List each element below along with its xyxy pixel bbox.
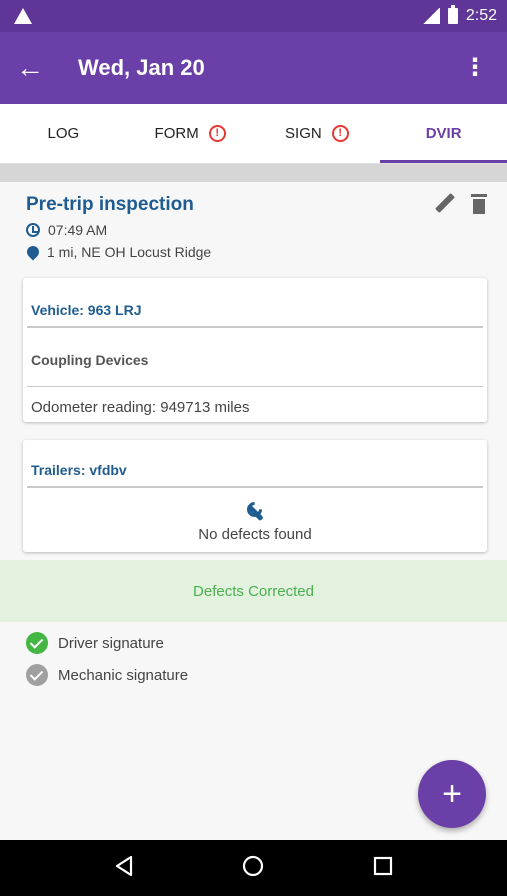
banner-text: Defects Corrected	[193, 582, 314, 600]
no-defects-text: No defects found	[198, 526, 312, 543]
tab-form[interactable]: FORM !	[127, 104, 254, 163]
inspection-title: Pre-trip inspection	[26, 194, 194, 215]
nav-back-icon[interactable]	[114, 855, 134, 882]
vehicle-section: Coupling Devices	[31, 352, 149, 368]
signature-label: Mechanic signature	[58, 666, 189, 684]
warning-icon	[14, 8, 32, 24]
signal-icon	[421, 8, 440, 24]
signature-label: Driver signature	[58, 634, 164, 652]
status-time: 2:52	[465, 7, 497, 24]
inspection-time-row: 07:49 AM	[26, 222, 491, 238]
mechanic-signature-row[interactable]: Mechanic signature	[26, 664, 188, 686]
tab-dvir[interactable]: DVIR	[380, 104, 507, 163]
inspection-location-row: 1 mi, NE OH Locust Ridge	[24, 243, 491, 261]
app-bar: ← Wed, Jan 20 ⋮	[0, 32, 507, 104]
nav-home-icon[interactable]	[242, 855, 264, 882]
inspection-time: 07:49 AM	[48, 222, 108, 238]
alert-icon: !	[208, 125, 226, 142]
divider-band	[0, 164, 507, 182]
edit-icon[interactable]	[435, 194, 455, 214]
add-button[interactable]: +	[418, 760, 486, 828]
page-title: Wed, Jan 20	[78, 55, 205, 80]
system-nav-bar	[0, 840, 507, 896]
delete-icon[interactable]	[471, 194, 487, 214]
tab-bar: LOG FORM ! SIGN ! DVIR	[0, 104, 507, 164]
location-pin-icon	[24, 243, 42, 261]
tab-label: DVIR	[425, 125, 462, 142]
check-circle-icon	[26, 664, 48, 686]
status-bar: 2:52	[0, 0, 507, 32]
tab-label: FORM	[154, 125, 199, 142]
odometer-reading: Odometer reading: 949713 miles	[31, 399, 250, 416]
inspection-location: 1 mi, NE OH Locust Ridge	[47, 244, 212, 260]
signature-list: Driver signature Mechanic signature	[26, 632, 188, 696]
trailer-card[interactable]: Trailers: vfdbv No defects found	[23, 440, 487, 552]
dvir-content: Pre-trip inspection 07:49 AM 1 mi, NE OH…	[0, 182, 507, 840]
vehicle-card[interactable]: Vehicle: 963 LRJ Coupling Devices Odomet…	[23, 278, 487, 422]
nav-recent-icon[interactable]	[373, 856, 393, 881]
arrow-back-icon[interactable]: ←	[16, 54, 56, 82]
battery-icon	[447, 5, 458, 24]
alert-icon: !	[331, 125, 349, 142]
more-vert-icon[interactable]: ⋮	[459, 52, 491, 84]
tab-label: LOG	[47, 125, 80, 142]
driver-signature-row[interactable]: Driver signature	[26, 632, 188, 654]
vehicle-title: Vehicle: 963 LRJ	[31, 302, 142, 318]
trailer-title: Trailers: vfdbv	[31, 462, 127, 478]
clock-icon	[26, 223, 40, 237]
inspection-header: Pre-trip inspection 07:49 AM 1 mi, NE OH…	[24, 194, 491, 261]
wrench-icon	[246, 502, 264, 520]
check-circle-icon	[26, 632, 48, 654]
inspection-actions	[435, 194, 487, 214]
tab-label: SIGN	[285, 125, 322, 142]
no-defects: No defects found	[23, 488, 487, 543]
tab-log[interactable]: LOG	[0, 104, 127, 163]
tab-sign[interactable]: SIGN !	[254, 104, 381, 163]
defects-corrected-banner: Defects Corrected	[0, 560, 507, 622]
plus-icon: +	[442, 775, 462, 813]
